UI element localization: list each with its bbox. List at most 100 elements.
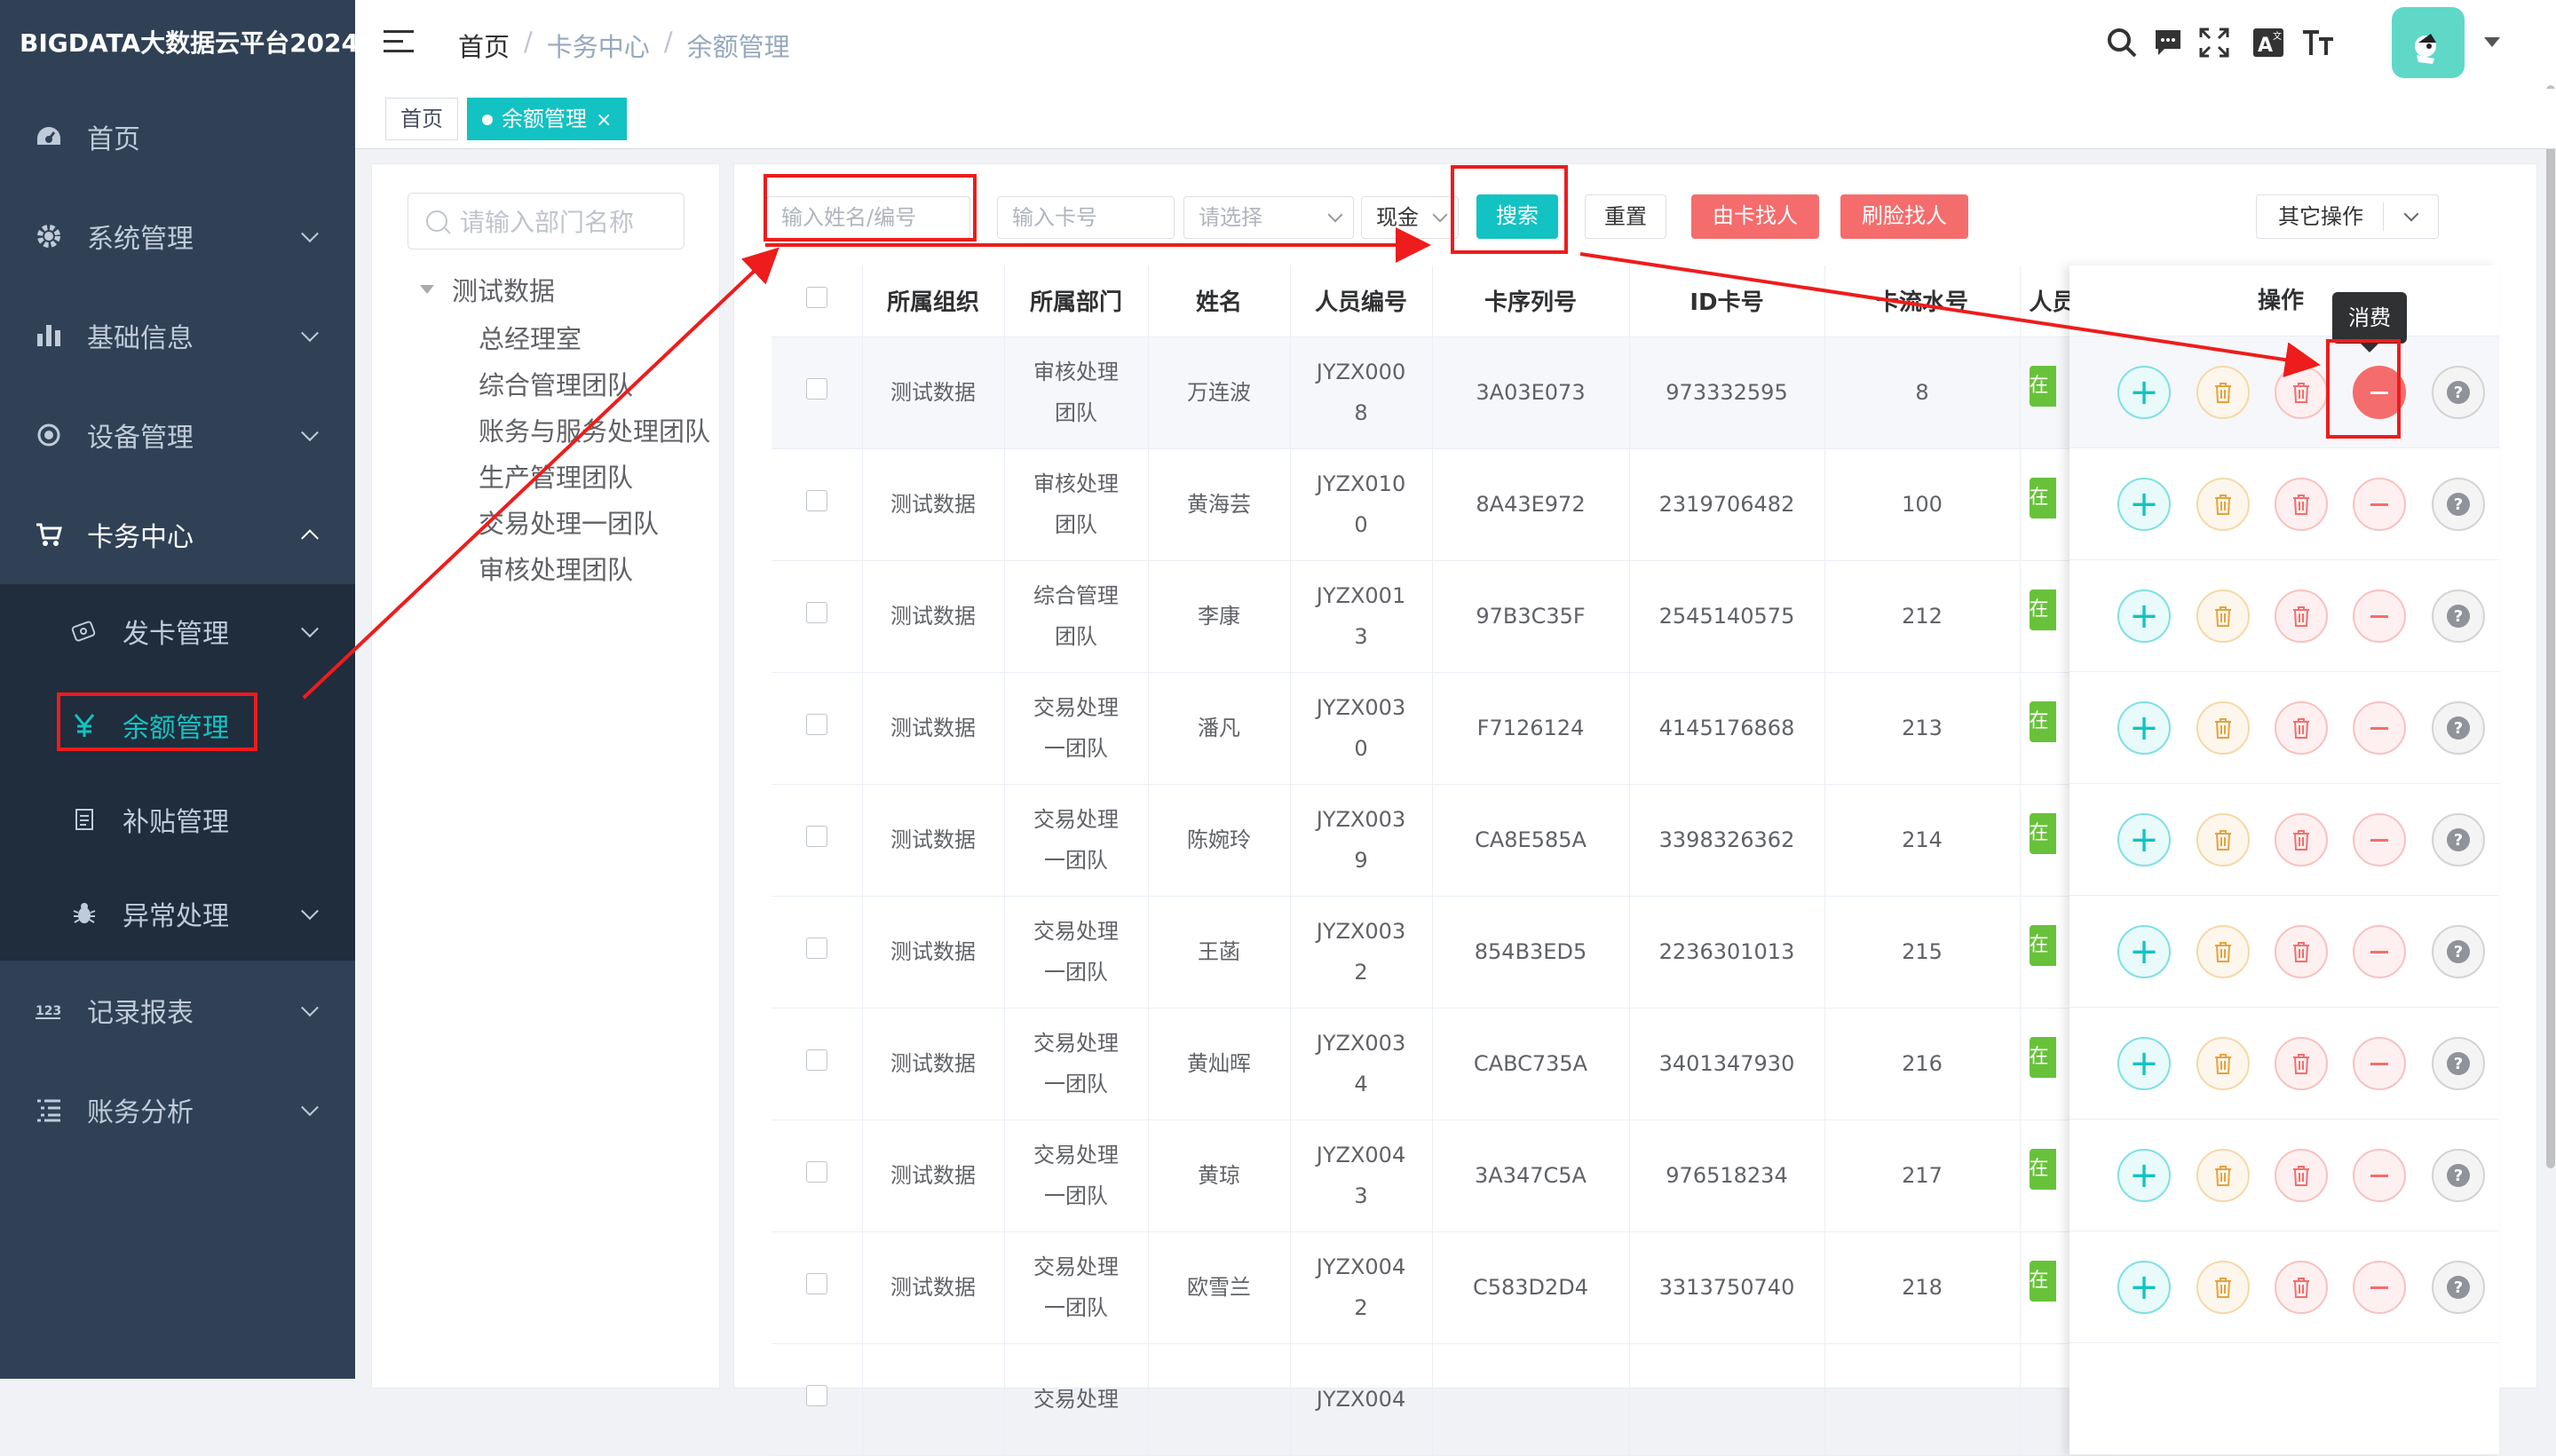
sidebar-item-device[interactable]: 设备管理: [0, 385, 355, 485]
name-search-input[interactable]: 输入姓名/编号: [766, 196, 970, 239]
column-header[interactable]: ID卡号: [1629, 265, 1825, 337]
table-row[interactable]: 测试数据 交易处理 一团队 陈婉玲 JYZX003 9 CA8E585A 3398326362…: [772, 784, 2113, 897]
help-button[interactable]: ?: [2432, 366, 2485, 419]
help-button[interactable]: ?: [2432, 478, 2485, 531]
select-all-checkbox[interactable]: [805, 287, 827, 309]
help-button[interactable]: ?: [2432, 701, 2485, 755]
delete-button[interactable]: [2275, 1261, 2328, 1314]
table-row[interactable]: 测试数据 审核处理 团队 黄海芸 JYZX010 0 8A43E972 2319706482 1…: [772, 448, 2113, 561]
card-number-input[interactable]: 输入卡号: [997, 196, 1175, 239]
row-checkbox[interactable]: [805, 1385, 827, 1406]
face-find-button[interactable]: 刷脸找人: [1840, 194, 1968, 239]
consume-button[interactable]: [2353, 478, 2406, 531]
menu-toggle-icon[interactable]: [384, 30, 414, 57]
type-select[interactable]: 请选择: [1183, 196, 1354, 239]
message-icon[interactable]: [2148, 23, 2188, 62]
row-checkbox[interactable]: [805, 714, 827, 735]
column-header[interactable]: 人员编号: [1290, 265, 1433, 337]
help-button[interactable]: ?: [2432, 1261, 2485, 1314]
table-row[interactable]: 测试数据 交易处理 一团队 黄灿晖 JYZX003 4 CABC735A 3401347930…: [772, 1008, 2113, 1120]
refund-button[interactable]: [2196, 366, 2250, 419]
delete-button[interactable]: [2275, 813, 2328, 866]
refund-button[interactable]: [2196, 1261, 2250, 1314]
breadcrumb-home[interactable]: 首页: [458, 27, 510, 64]
sidebar-item-basic-info[interactable]: 基础信息: [0, 286, 355, 385]
tree-node[interactable]: 账务与服务处理团队: [479, 411, 711, 448]
sidebar-item-accounts[interactable]: 账务分析: [0, 1060, 355, 1159]
table-row[interactable]: 交易处理 JYZX004: [772, 1343, 2113, 1456]
recharge-button[interactable]: +: [2117, 1261, 2171, 1314]
sidebar-item-subsidy[interactable]: 补贴管理: [0, 772, 355, 866]
recharge-button[interactable]: +: [2117, 925, 2171, 978]
delete-button[interactable]: [2275, 925, 2328, 978]
recharge-button[interactable]: +: [2117, 1149, 2171, 1202]
refund-button[interactable]: [2196, 813, 2250, 866]
row-checkbox[interactable]: [805, 938, 827, 959]
translate-icon[interactable]: A文: [2250, 23, 2289, 62]
consume-button[interactable]: [2353, 813, 2406, 866]
consume-button[interactable]: [2353, 701, 2406, 755]
other-ops-dropdown[interactable]: 其它操作: [2256, 194, 2439, 239]
help-button[interactable]: ?: [2432, 1037, 2485, 1090]
page-scrollbar[interactable]: [2546, 85, 2555, 1168]
row-checkbox[interactable]: [805, 1049, 827, 1071]
column-header[interactable]: 卡流水号: [1824, 265, 2021, 337]
recharge-button[interactable]: +: [2117, 701, 2171, 755]
row-checkbox[interactable]: [805, 1273, 827, 1294]
refund-button[interactable]: [2196, 925, 2250, 978]
table-row[interactable]: 测试数据 审核处理 团队 万连波 JYZX000 8 3A03E073 973332595 8 在: [772, 336, 2113, 449]
help-button[interactable]: ?: [2432, 813, 2485, 866]
avatar[interactable]: [2392, 7, 2465, 78]
font-size-icon[interactable]: [2299, 23, 2338, 62]
find-by-card-button[interactable]: 由卡找人: [1691, 194, 1819, 239]
consume-button[interactable]: [2353, 1261, 2406, 1314]
tree-node[interactable]: 综合管理团队: [479, 365, 711, 402]
search-button[interactable]: 搜索: [1476, 194, 1558, 239]
refund-button[interactable]: [2196, 701, 2250, 755]
delete-button[interactable]: [2275, 366, 2328, 419]
consume-button[interactable]: [2353, 1037, 2406, 1090]
search-icon[interactable]: [2102, 23, 2141, 62]
refund-button[interactable]: [2196, 478, 2250, 531]
table-row[interactable]: 测试数据 综合管理 团队 李康 JYZX001 3 97B3C35F 2545140575 21…: [772, 560, 2113, 673]
tree-node[interactable]: 总经理室: [479, 319, 711, 356]
breadcrumb-card-center[interactable]: 卡务中心: [547, 27, 650, 64]
tag-home[interactable]: 首页: [385, 98, 458, 140]
delete-button[interactable]: [2275, 478, 2328, 531]
column-header[interactable]: 所属部门: [1004, 265, 1149, 337]
close-icon[interactable]: ×: [596, 109, 612, 131]
recharge-button[interactable]: +: [2117, 478, 2171, 531]
dept-search-input[interactable]: 请输入部门名称: [408, 193, 685, 249]
sidebar-item-exception[interactable]: 异常处理: [0, 866, 355, 961]
refund-button[interactable]: [2196, 590, 2250, 643]
table-row[interactable]: 测试数据 交易处理 一团队 潘凡 JYZX003 0 F7126124 4145176868 2…: [772, 672, 2113, 785]
recharge-button[interactable]: +: [2117, 590, 2171, 643]
table-row[interactable]: 测试数据 交易处理 一团队 欧雪兰 JYZX004 2 C583D2D4 3313750740…: [772, 1231, 2113, 1344]
row-checkbox[interactable]: [805, 490, 827, 511]
tree-node[interactable]: 生产管理团队: [479, 457, 711, 495]
payment-select[interactable]: 现金: [1361, 196, 1459, 239]
reset-button[interactable]: 重置: [1585, 194, 1666, 239]
caret-down-icon[interactable]: [420, 285, 434, 294]
refund-button[interactable]: [2196, 1149, 2250, 1202]
tree-node[interactable]: 审核处理团队: [479, 550, 711, 587]
row-checkbox[interactable]: [805, 378, 827, 400]
caret-down-icon[interactable]: [2484, 37, 2500, 47]
column-header[interactable]: 姓名: [1148, 265, 1291, 337]
row-checkbox[interactable]: [805, 602, 827, 623]
refund-button[interactable]: [2196, 1037, 2250, 1090]
row-checkbox[interactable]: [805, 826, 827, 847]
consume-button[interactable]: [2353, 590, 2406, 643]
sidebar-item-home[interactable]: 首页: [0, 87, 355, 186]
sidebar-item-balance[interactable]: 余额管理: [0, 678, 355, 772]
consume-button[interactable]: [2353, 1149, 2406, 1202]
sidebar-item-card-center[interactable]: 卡务中心: [0, 485, 355, 584]
help-button[interactable]: ?: [2432, 590, 2485, 643]
sidebar-item-system[interactable]: 系统管理: [0, 186, 355, 286]
sidebar-item-reports[interactable]: 123 记录报表: [0, 961, 355, 1060]
recharge-button[interactable]: +: [2117, 1037, 2171, 1090]
consume-button[interactable]: [2353, 925, 2406, 978]
delete-button[interactable]: [2275, 1037, 2328, 1090]
column-header[interactable]: 所属组织: [862, 265, 1005, 337]
delete-button[interactable]: [2275, 590, 2328, 643]
